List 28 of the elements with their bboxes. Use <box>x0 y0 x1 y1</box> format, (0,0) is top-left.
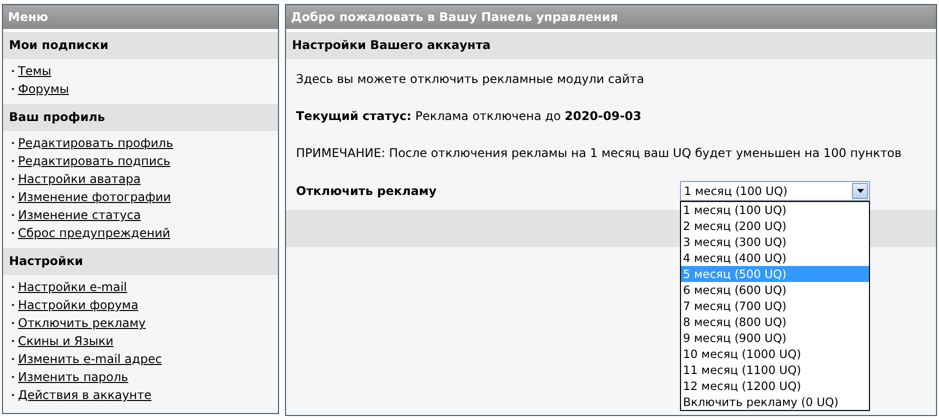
field-label: Отключить рекламу <box>296 184 438 198</box>
menu-link[interactable]: Изменение статуса <box>18 206 141 224</box>
menu-link[interactable]: Сброс предупреждений <box>18 224 170 242</box>
menu-link[interactable]: Изменить e-mail адрес <box>18 350 162 368</box>
menu-link[interactable]: Форумы <box>18 80 69 98</box>
menu-link[interactable]: Темы <box>18 62 52 80</box>
menu-link[interactable]: Настройки e-mail <box>18 278 128 296</box>
menu-link[interactable]: Изменить пароль <box>18 368 128 386</box>
section-header: Мои подписки <box>3 32 278 59</box>
menu-link[interactable]: Отключить рекламу <box>18 314 146 332</box>
panel-title: Меню <box>3 5 278 32</box>
section-header: Ваш профиль <box>3 104 278 131</box>
intro-text: Здесь вы можете отключить рекламные модули сайта <box>295 71 646 88</box>
menu-link[interactable]: Настройки аватара <box>18 170 141 188</box>
menu-link[interactable]: Действия в аккаунте <box>18 386 152 404</box>
menu-link[interactable]: Настройки форума <box>18 296 138 314</box>
menu-link[interactable]: Редактировать профиль <box>18 134 174 152</box>
panel-title: Добро пожаловать в Вашу Панель управления <box>286 5 936 32</box>
status-text: Текущий статус: Реклама отключена до 2020-09-03 <box>295 108 642 125</box>
caret-icon <box>856 188 864 192</box>
menu-link[interactable]: Скины и Языки <box>18 332 114 350</box>
section-header: Настройки Вашего аккаунта <box>286 32 936 59</box>
dropdown-option[interactable]: 6 месяц (600 UQ) <box>681 282 869 298</box>
note-text: ПРИМЕЧАНИЕ: После отключения рекламы на 1 месяц ваш UQ будет уменьшен на 100 пунктов <box>295 145 903 162</box>
menu-link[interactable]: Редактировать подпись <box>18 152 170 170</box>
section-header: Настройки <box>3 248 278 275</box>
menu-link[interactable]: Изменение фотографии <box>18 188 171 206</box>
dropdown-button[interactable] <box>852 182 868 198</box>
